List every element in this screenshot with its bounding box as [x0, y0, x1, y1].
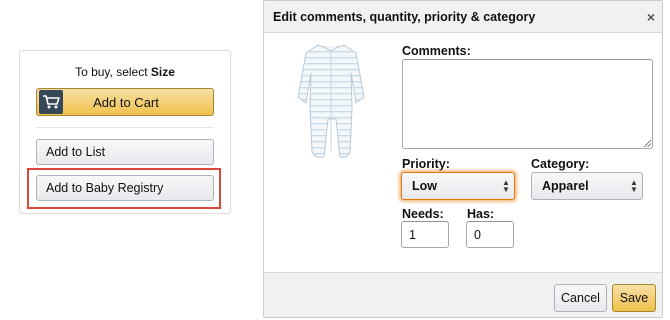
- comments-textarea[interactable]: [402, 59, 653, 149]
- comments-label: Comments:: [402, 44, 471, 58]
- save-button[interactable]: Save: [612, 284, 656, 312]
- priority-value: Low: [412, 179, 437, 193]
- updown-arrow-icon: ▲ ▼: [502, 178, 510, 194]
- cancel-button[interactable]: Cancel: [554, 284, 607, 312]
- buy-hint: To buy, select Size: [20, 65, 230, 79]
- modal-footer: Cancel Save: [264, 272, 662, 317]
- add-to-list-button[interactable]: Add to List: [36, 139, 214, 165]
- add-to-cart-button[interactable]: Add to Cart: [36, 88, 214, 116]
- edit-item-modal: Edit comments, quantity, priority & cate…: [263, 0, 663, 318]
- product-image: [297, 44, 365, 158]
- category-label: Category:: [531, 157, 590, 171]
- modal-header: Edit comments, quantity, priority & cate…: [264, 1, 662, 33]
- cart-icon: [39, 90, 63, 114]
- updown-arrow-icon: ▲ ▼: [630, 178, 638, 194]
- has-input[interactable]: [466, 221, 514, 248]
- divider: [36, 127, 214, 128]
- needs-input[interactable]: [401, 221, 449, 248]
- priority-select[interactable]: Low ▲ ▼: [401, 172, 515, 200]
- has-label: Has:: [467, 207, 495, 221]
- buy-hint-text: To buy, select: [75, 65, 151, 79]
- category-select[interactable]: Apparel ▲ ▼: [531, 172, 643, 200]
- modal-title: Edit comments, quantity, priority & cate…: [273, 9, 536, 24]
- category-value: Apparel: [542, 179, 589, 193]
- buy-hint-size: Size: [150, 65, 175, 79]
- priority-label: Priority:: [402, 157, 450, 171]
- resize-handle[interactable]: [644, 140, 651, 147]
- highlight-annotation: [27, 168, 221, 209]
- close-icon[interactable]: ×: [640, 9, 662, 25]
- needs-label: Needs:: [402, 207, 444, 221]
- add-to-cart-label: Add to Cart: [93, 94, 159, 110]
